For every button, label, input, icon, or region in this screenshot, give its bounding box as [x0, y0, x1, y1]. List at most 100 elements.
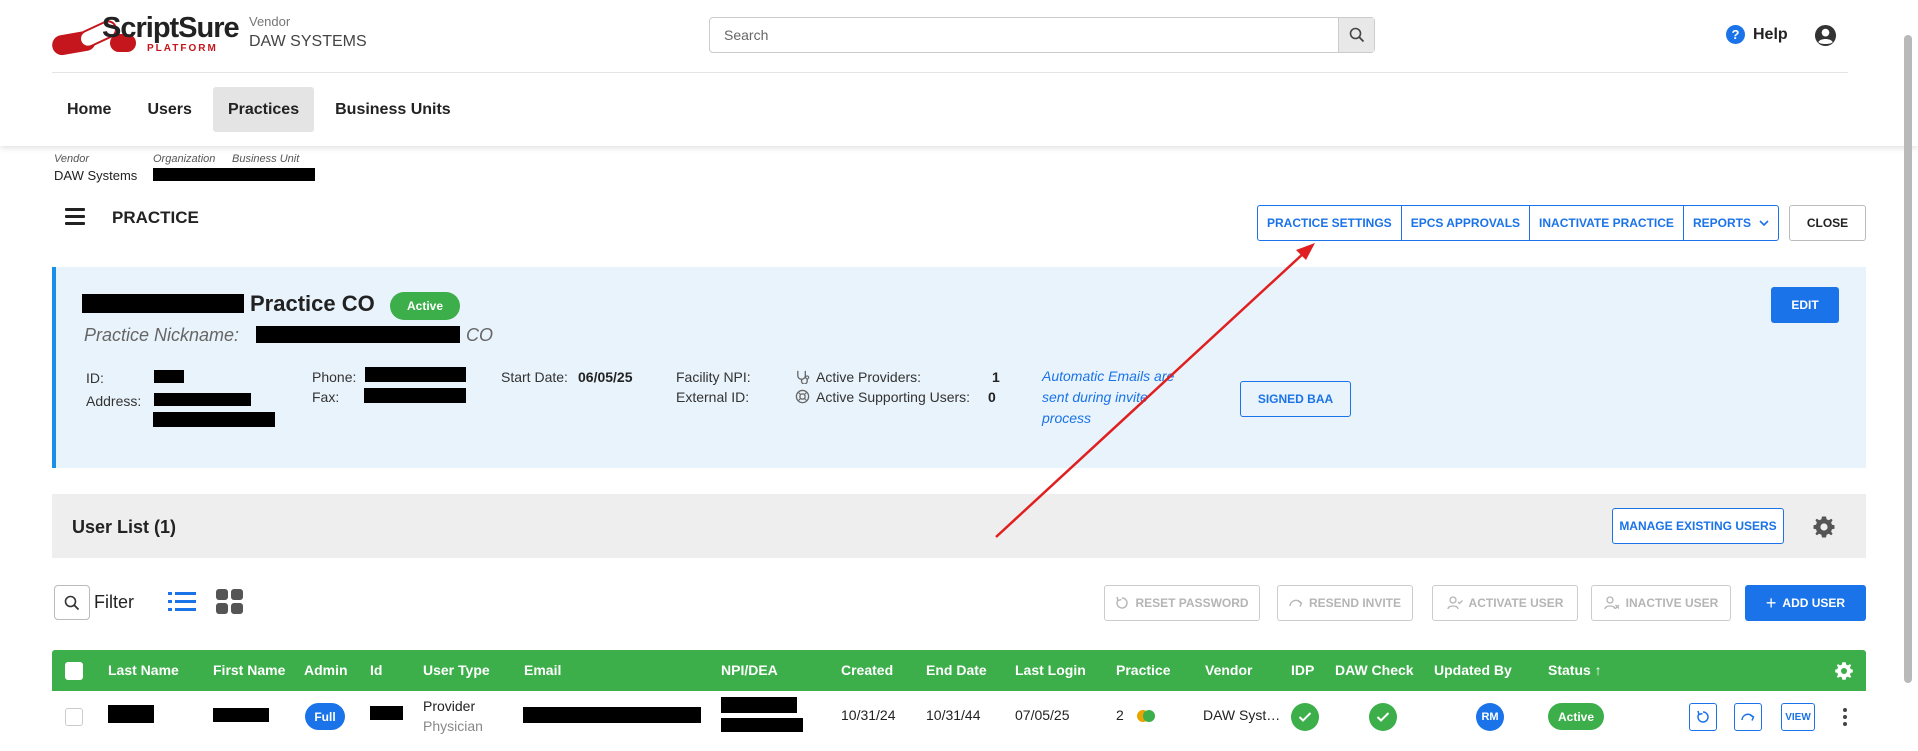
list-view-icon[interactable]: [168, 590, 196, 614]
active-providers-value: 1: [992, 369, 1000, 385]
status-badge: Active: [390, 292, 460, 320]
reset-password-button[interactable]: RESET PASSWORD: [1104, 585, 1260, 621]
col-status[interactable]: Status ↑: [1548, 662, 1602, 678]
user-x-icon: [1604, 596, 1620, 610]
menu-icon[interactable]: [65, 208, 85, 226]
redacted-address-line-2: [153, 412, 275, 427]
plus-icon: +: [1765, 592, 1777, 613]
id-label: ID:: [86, 370, 104, 386]
view-button[interactable]: VIEW: [1781, 703, 1815, 731]
manage-existing-users-button[interactable]: MANAGE EXISTING USERS: [1612, 508, 1784, 544]
redacted-npi: [721, 697, 797, 713]
signed-baa-button[interactable]: SIGNED BAA: [1240, 381, 1351, 417]
row-resend-button[interactable]: [1734, 703, 1762, 731]
idp-check-icon: [1291, 703, 1319, 731]
tab-practices[interactable]: Practices: [212, 87, 315, 132]
reports-button[interactable]: REPORTS: [1684, 206, 1778, 240]
practice-nickname-label: Practice Nickname:: [84, 325, 240, 345]
user-status-badge: Active: [1548, 703, 1604, 730]
practice-count: 2: [1116, 707, 1124, 723]
start-date-label: Start Date:: [501, 369, 568, 385]
search-input[interactable]: [710, 18, 1340, 52]
admin-badge: Full: [305, 703, 345, 730]
start-date-value: 06/05/25: [578, 369, 633, 385]
col-end-date[interactable]: End Date: [926, 662, 987, 678]
select-all-checkbox[interactable]: [65, 662, 83, 680]
inactivate-practice-button[interactable]: INACTIVATE PRACTICE: [1530, 206, 1684, 240]
col-admin[interactable]: Admin: [304, 662, 348, 678]
redacted-address-line-1: [154, 393, 251, 406]
top-bar: ScriptSure PLATFORM Vendor DAW SYSTEMS ?…: [0, 0, 1918, 146]
more-options-icon[interactable]: [1842, 707, 1848, 727]
redacted-practice-name: [82, 294, 244, 313]
activate-user-button[interactable]: ACTIVATE USER: [1432, 585, 1578, 621]
user-subtype: Physician: [423, 718, 483, 734]
epcs-approvals-button[interactable]: EPCS APPROVALS: [1402, 206, 1531, 240]
col-updated-by[interactable]: Updated By: [1434, 662, 1512, 678]
active-providers-label: Active Providers:: [816, 369, 922, 385]
search-icon: [64, 595, 80, 610]
support-icon: [795, 389, 810, 404]
question-circle-icon: ?: [1726, 25, 1745, 44]
inactive-user-button[interactable]: INACTIVE USER: [1591, 585, 1731, 621]
edit-button[interactable]: EDIT: [1771, 287, 1839, 323]
inactive-user-label: INACTIVE USER: [1625, 596, 1719, 610]
active-supporting-users-label: Active Supporting Users:: [816, 389, 971, 405]
tab-users[interactable]: Users: [132, 87, 206, 132]
user-list-bar: [52, 494, 1866, 558]
row-reset-button[interactable]: [1689, 703, 1717, 731]
close-button[interactable]: CLOSE: [1789, 205, 1866, 241]
practice-color-indicator-icon: [1137, 710, 1155, 722]
search-icon: [1349, 27, 1364, 43]
resend-invite-button[interactable]: RESEND INVITE: [1277, 585, 1413, 621]
column-settings-gear-icon[interactable]: [1834, 661, 1854, 681]
fax-label: Fax:: [312, 389, 340, 405]
tab-business-units[interactable]: Business Units: [320, 87, 466, 132]
col-last-login[interactable]: Last Login: [1015, 662, 1086, 678]
redacted-organization: [153, 168, 315, 181]
filter-search-button[interactable]: [54, 585, 90, 620]
redacted-phone: [365, 367, 466, 382]
col-daw-check[interactable]: DAW Check: [1335, 662, 1414, 678]
scriptsure-logo[interactable]: ScriptSure PLATFORM: [50, 12, 240, 57]
main-nav: Home Users Practices Business Units: [52, 87, 466, 132]
col-email[interactable]: Email: [524, 662, 561, 678]
breadcrumb-vendor-label: Vendor: [54, 153, 90, 165]
chevron-down-icon: [1759, 220, 1769, 227]
breadcrumb-vendor-value[interactable]: DAW Systems: [54, 168, 137, 183]
col-npi-dea[interactable]: NPI/DEA: [721, 662, 778, 678]
page-title: PRACTICE: [112, 208, 199, 227]
grid-view-icon[interactable]: [216, 589, 244, 615]
external-id-label: External ID:: [676, 389, 750, 405]
resend-invite-label: RESEND INVITE: [1308, 596, 1401, 610]
resend-icon: [1741, 713, 1755, 721]
page-scrollbar[interactable]: [1904, 35, 1912, 683]
col-idp[interactable]: IDP: [1291, 662, 1314, 678]
col-id[interactable]: Id: [370, 662, 382, 678]
redacted-last-name: [108, 705, 154, 723]
row-checkbox[interactable]: [65, 708, 83, 726]
redacted-fax: [364, 388, 466, 403]
practice-nickname-suffix: CO: [466, 325, 493, 345]
help-link[interactable]: ? Help: [1726, 25, 1788, 44]
col-first-name[interactable]: First Name: [213, 662, 285, 678]
col-practice[interactable]: Practice: [1116, 662, 1170, 678]
col-last-name[interactable]: Last Name: [108, 662, 179, 678]
col-user-type[interactable]: User Type: [423, 662, 490, 678]
redacted-dea: [721, 718, 803, 732]
redacted-first-name: [213, 708, 269, 722]
redacted-id: [154, 370, 184, 383]
gear-icon[interactable]: [1812, 515, 1836, 539]
active-supporting-users-value: 0: [988, 389, 996, 405]
practice-name: Practice CO: [250, 291, 375, 316]
automatic-emails-note: Automatic Emails are sent during invite …: [1042, 368, 1175, 426]
practice-settings-button[interactable]: PRACTICE SETTINGS: [1258, 206, 1402, 240]
search-button[interactable]: [1338, 18, 1374, 52]
help-label: Help: [1753, 25, 1788, 43]
user-circle-icon[interactable]: [1814, 24, 1837, 47]
col-vendor[interactable]: Vendor: [1205, 662, 1252, 678]
end-date: 10/31/44: [926, 707, 981, 723]
tab-home[interactable]: Home: [52, 87, 126, 132]
add-user-button[interactable]: + ADD USER: [1745, 585, 1866, 621]
col-created[interactable]: Created: [841, 662, 893, 678]
